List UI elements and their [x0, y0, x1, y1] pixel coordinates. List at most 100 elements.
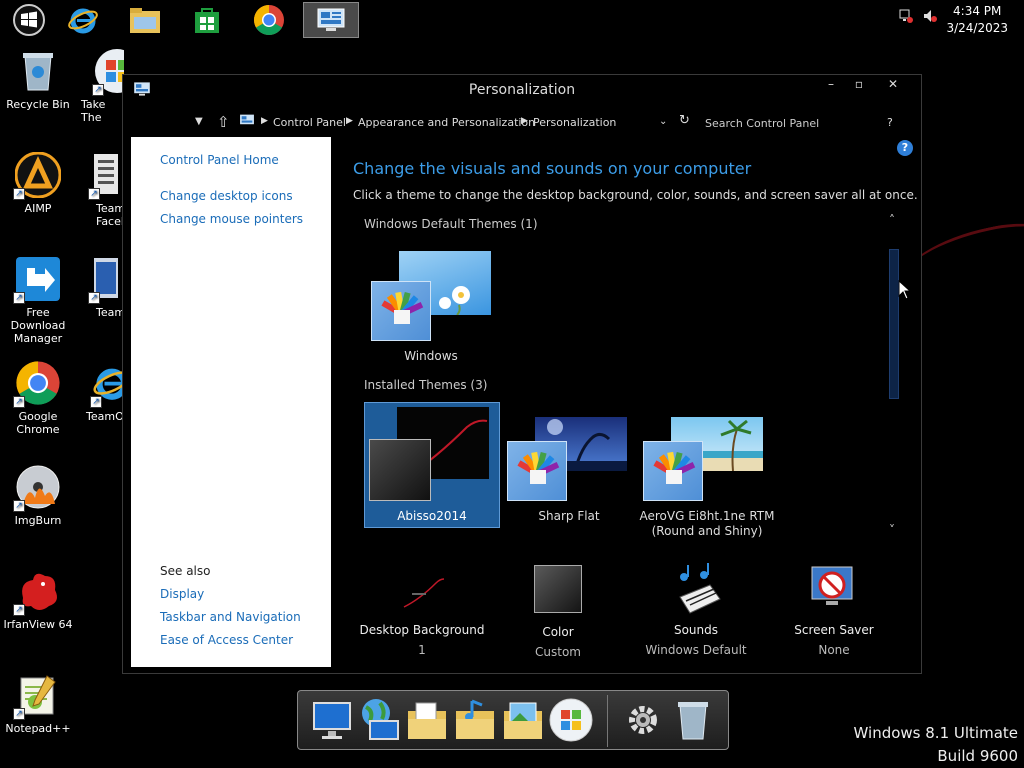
- search-input[interactable]: [705, 113, 845, 133]
- desktop-icon-irfanview[interactable]: ↗ IrfanView 64: [0, 568, 78, 631]
- change-mouse-pointers-link[interactable]: Change mouse pointers: [160, 212, 303, 226]
- desktop-icon-free-download-manager[interactable]: ↗ Free Download Manager: [0, 256, 78, 345]
- close-button[interactable]: ✕: [879, 77, 907, 97]
- desktop-icon-recycle-bin[interactable]: Recycle Bin: [0, 48, 78, 111]
- chevron-right-icon[interactable]: ▶: [521, 116, 528, 126]
- change-desktop-icons-link[interactable]: Change desktop icons: [160, 189, 293, 203]
- up-arrow-icon[interactable]: ⇧: [217, 113, 230, 131]
- see-also-label: See also: [160, 564, 211, 578]
- theme-sharp-flat[interactable]: Sharp Flat: [505, 415, 633, 527]
- desktop-icon-label: Team: [96, 306, 124, 319]
- folder-icon: [130, 8, 160, 33]
- shortcut-arrow-icon: ↗: [13, 500, 25, 512]
- desktop-icon-google-chrome[interactable]: ↗ Google Chrome: [0, 360, 78, 436]
- theme-name: AeroVG Ei8ht.1ne RTM: [639, 509, 775, 523]
- control-panel-taskbar-button[interactable]: [303, 2, 359, 38]
- chevron-down-icon[interactable]: ⌄: [659, 116, 667, 127]
- volume-muted-icon[interactable]: [922, 8, 938, 28]
- desktop-icon-aimp[interactable]: ↗ AIMP: [0, 151, 78, 215]
- theme-name: Abisso2014: [397, 509, 467, 523]
- chrome-button[interactable]: [242, 2, 296, 38]
- recent-locations-icon[interactable]: ▼: [195, 116, 203, 127]
- setting-title: Screen Saver: [794, 623, 874, 637]
- desktop-icon-label: AIMP: [24, 202, 52, 215]
- dock-network[interactable]: [356, 697, 402, 743]
- window-titlebar[interactable]: Personalization – ▫ ✕: [123, 75, 921, 105]
- screen-saver-icon: [808, 563, 860, 615]
- dock-recycle-bin[interactable]: [670, 697, 716, 743]
- desktop-icon-label: Notepad++: [5, 722, 71, 735]
- chevron-right-icon[interactable]: ▶: [346, 116, 353, 126]
- desktop-icon-notepad-plus-plus[interactable]: ↗ Notepad++: [0, 672, 78, 735]
- dock-pictures[interactable]: [500, 697, 546, 743]
- display-link[interactable]: Display: [160, 587, 204, 601]
- theme-windows[interactable]: Windows: [367, 247, 495, 367]
- network-icon[interactable]: [898, 8, 914, 28]
- clock-date: 3/24/2023: [946, 21, 1008, 35]
- dock-music[interactable]: [452, 697, 498, 743]
- refresh-icon[interactable]: ↻: [679, 113, 690, 128]
- control-panel-home-link[interactable]: Control Panel Home: [160, 153, 279, 167]
- breadcrumb-appearance[interactable]: Appearance and Personalization: [358, 116, 535, 129]
- theme-abisso2014[interactable]: Abisso2014: [364, 402, 500, 528]
- store-icon: [195, 8, 219, 33]
- desktop-icon-label-line2: Faceboo: [96, 215, 124, 228]
- setting-title: Sounds: [673, 623, 719, 637]
- shortcut-arrow-icon: ↗: [13, 396, 25, 408]
- help-button[interactable]: ?: [887, 116, 893, 129]
- default-themes-group-label: Windows Default Themes (1): [364, 217, 538, 231]
- desktop-icon-team[interactable]: ↗ Team: [86, 256, 124, 319]
- chevron-right-icon[interactable]: ▶: [261, 116, 268, 126]
- shortcut-arrow-icon: ↗: [92, 84, 104, 96]
- start-button[interactable]: [2, 2, 56, 38]
- clock[interactable]: 4:34 PM 3/24/2023: [946, 3, 1008, 37]
- free-download-manager-icon: ↗: [13, 256, 61, 304]
- minimize-button[interactable]: –: [817, 77, 845, 97]
- taskbar-navigation-link[interactable]: Taskbar and Navigation: [160, 610, 301, 624]
- notepad-plus-plus-icon: ↗: [13, 672, 61, 720]
- sounds-keyboard-icon: [670, 563, 722, 615]
- store-button[interactable]: [180, 2, 234, 38]
- sounds-setting[interactable]: Sounds Windows Default: [631, 563, 761, 657]
- breadcrumb-personalization[interactable]: Personalization: [533, 116, 616, 129]
- ease-of-access-link[interactable]: Ease of Access Center: [160, 633, 293, 647]
- dock-windows-start[interactable]: [548, 697, 594, 743]
- scroll-up-icon[interactable]: ˄: [889, 213, 895, 227]
- dock-separator: [607, 695, 608, 747]
- build-number-watermark: Build 9600: [937, 747, 1018, 765]
- color-setting[interactable]: Color Custom: [493, 563, 623, 659]
- theme-name: Sharp Flat: [538, 509, 600, 523]
- desktop-icon-label: Team: [96, 202, 124, 215]
- left-navigation-pane: Control Panel Home Change desktop icons …: [131, 137, 331, 667]
- themes-scrollbar[interactable]: [889, 249, 899, 399]
- take-the-icon: ↗: [92, 48, 124, 96]
- chrome-icon: ↗: [13, 360, 61, 408]
- windows-orb-icon: [549, 698, 593, 742]
- clock-time: 4:34 PM: [953, 4, 1002, 18]
- internet-explorer-button[interactable]: [56, 2, 110, 38]
- dock-computer[interactable]: [310, 697, 356, 743]
- desktop-icon-label: IrfanView 64: [3, 618, 73, 631]
- document-stack-icon: ↗: [88, 152, 120, 200]
- desktop-icon-label: Recycle Bin: [6, 98, 70, 111]
- internet-explorer-icon: [68, 8, 98, 34]
- desktop-icon-team-facebook[interactable]: ↗ Team Faceboo: [86, 152, 124, 228]
- desktop-icon-teamos[interactable]: ↗ TeamOS: [84, 360, 124, 423]
- desktop-background-setting[interactable]: Desktop Background 1: [357, 563, 487, 657]
- desktop-icon-take-the[interactable]: ↗ Take The: [76, 48, 124, 124]
- theme-name-line2: (Round and Shiny): [651, 524, 763, 538]
- screen-saver-setting[interactable]: Screen Saver None: [769, 563, 899, 657]
- file-explorer-button[interactable]: [118, 2, 172, 38]
- theme-aerovg[interactable]: AeroVG Ei8ht.1ne RTM (Round and Shiny): [639, 415, 775, 541]
- help-circle-icon[interactable]: ?: [897, 140, 913, 156]
- dock-settings[interactable]: [620, 697, 666, 743]
- shortcut-arrow-icon: ↗: [13, 708, 25, 720]
- internet-explorer-icon: ↗: [90, 360, 124, 408]
- breadcrumb-control-panel[interactable]: Control Panel: [273, 116, 346, 129]
- personalization-window: Personalization – ▫ ✕ ▼ ⇧ ▶ Control Pane…: [122, 74, 922, 674]
- maximize-button[interactable]: ▫: [845, 77, 873, 97]
- dock-documents[interactable]: [404, 697, 450, 743]
- scroll-down-icon[interactable]: ˅: [889, 523, 895, 537]
- desktop-icon-label: Take The: [81, 98, 106, 124]
- desktop-icon-imgburn[interactable]: ↗ ImgBurn: [0, 464, 78, 527]
